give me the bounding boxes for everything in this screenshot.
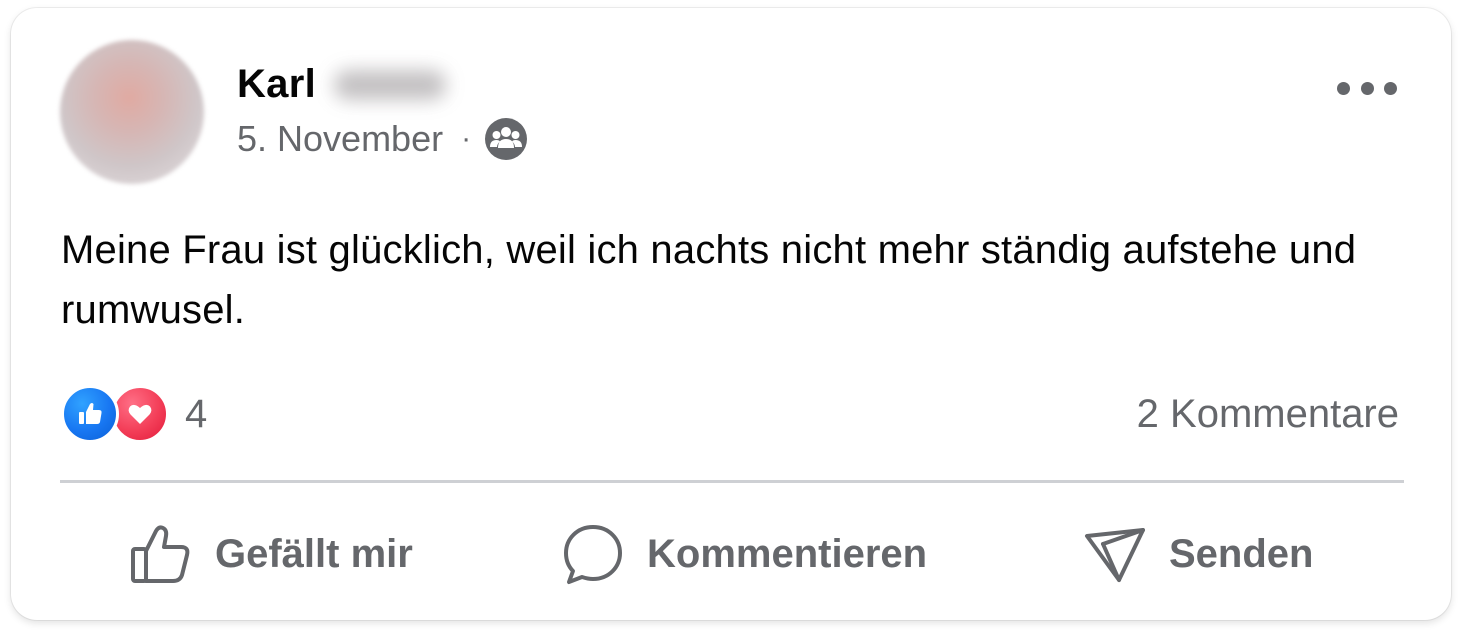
dot-1 <box>1337 81 1350 95</box>
like-button[interactable]: Gefällt mir <box>129 516 413 592</box>
thumbs-up-icon <box>129 522 193 586</box>
post-date[interactable]: 5. November <box>237 118 443 160</box>
author-avatar[interactable] <box>60 40 204 184</box>
love-reaction-icon <box>111 385 169 443</box>
comment-button-label: Kommentieren <box>647 531 928 576</box>
author-last-name-blurred <box>334 69 447 100</box>
comment-button[interactable]: Kommentieren <box>561 516 927 592</box>
like-button-label: Gefällt mir <box>215 531 413 576</box>
dot-3 <box>1384 81 1397 95</box>
comments-count-link[interactable]: 2 Kommentare <box>1137 392 1399 437</box>
dot-2 <box>1360 81 1374 95</box>
like-reaction-icon <box>61 385 119 443</box>
send-arrow-icon <box>1083 522 1147 586</box>
meta-separator: · <box>461 122 472 155</box>
send-button[interactable]: Senden <box>1083 516 1313 592</box>
post-text: Meine Frau ist glücklich, weil ich nacht… <box>61 228 1357 332</box>
post-meta: 5. November · <box>237 118 528 160</box>
reaction-count: 4 <box>185 391 208 436</box>
comment-bubble-icon <box>561 522 625 586</box>
post-card: Karl 5. November · Meine Frau ist glückl… <box>11 8 1451 620</box>
author-name-link[interactable]: Karl <box>237 62 447 107</box>
group-audience-icon[interactable] <box>485 118 528 160</box>
author-first-name: Karl <box>237 62 317 106</box>
more-options-icon[interactable] <box>1337 70 1397 106</box>
send-button-label: Senden <box>1169 531 1314 576</box>
reactions-summary[interactable]: 4 <box>61 384 207 444</box>
actions-divider <box>60 480 1404 483</box>
